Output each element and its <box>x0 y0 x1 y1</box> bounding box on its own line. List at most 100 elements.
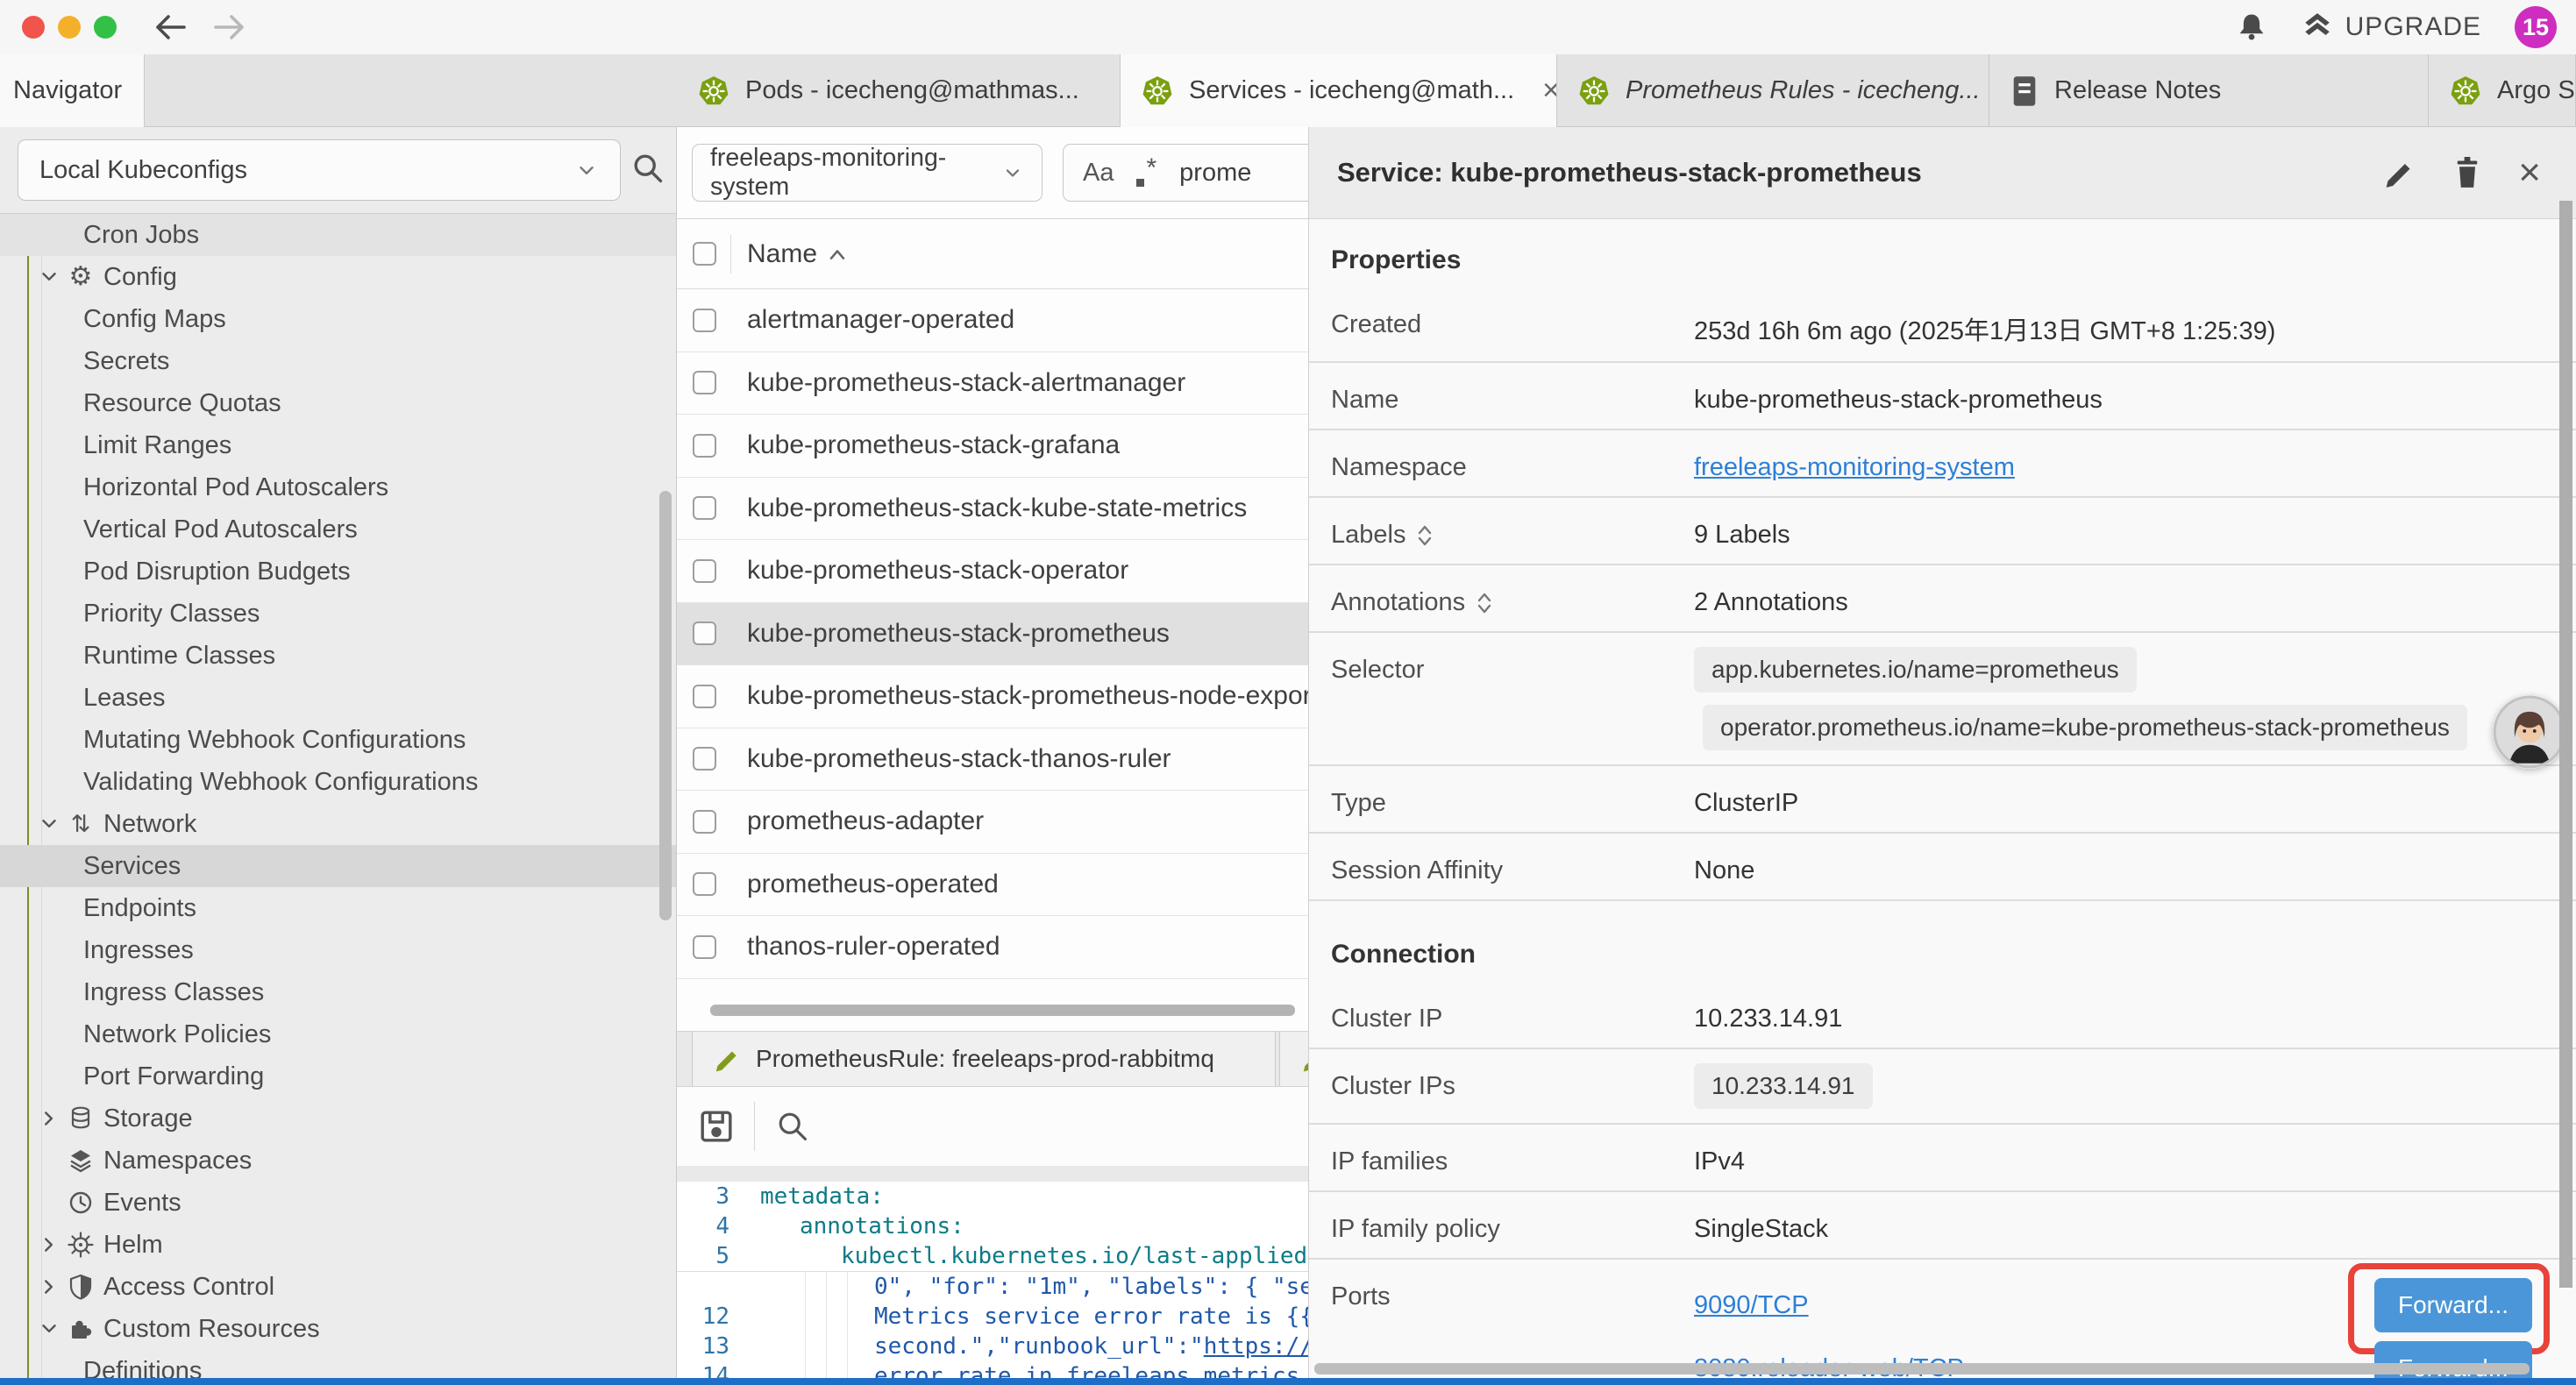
list-horizontal-scrollbar[interactable] <box>710 1005 1295 1016</box>
sidebar-item-vertical-pod-autoscalers[interactable]: Vertical Pod Autoscalers <box>0 508 676 550</box>
port-link[interactable]: 9090/TCP <box>1694 1291 2374 1320</box>
chevron-right-icon[interactable] <box>37 1275 61 1299</box>
row-checkbox[interactable] <box>693 371 716 394</box>
table-row[interactable]: prometheus-operated <box>677 854 1308 917</box>
sidebar-item-limit-ranges[interactable]: Limit Ranges <box>0 424 676 466</box>
sidebar-item-custom-resources[interactable]: Custom Resources <box>0 1308 676 1350</box>
chevron-down-icon[interactable] <box>37 1317 61 1341</box>
assistant-avatar[interactable] <box>2493 695 2566 769</box>
table-row[interactable]: kube-prometheus-stack-operator <box>677 540 1308 603</box>
editor-search-icon[interactable] <box>774 1108 811 1145</box>
sidebar-item-horizontal-pod-autoscalers[interactable]: Horizontal Pod Autoscalers <box>0 466 676 508</box>
forward-arrow-icon[interactable] <box>210 11 249 43</box>
namespace-select[interactable]: freeleaps-monitoring-system <box>692 144 1042 202</box>
expand-collapse-icon[interactable] <box>1476 590 1493 616</box>
sidebar-item-access-control[interactable]: Access Control <box>0 1266 676 1308</box>
table-header: Name <box>677 219 1308 289</box>
back-arrow-icon[interactable] <box>151 11 189 43</box>
table-row[interactable]: kube-prometheus-stack-grafana <box>677 415 1308 478</box>
sidebar-item-network-policies[interactable]: Network Policies <box>0 1013 676 1055</box>
chevron-down-icon[interactable] <box>37 812 61 836</box>
delete-trash-icon[interactable] <box>2451 154 2483 191</box>
tab-navigator[interactable]: Navigator <box>0 54 145 127</box>
tab-prometheus-rules-icecheng[interactable]: Prometheus Rules - icecheng... <box>1557 54 1989 127</box>
sidebar-item-config-maps[interactable]: Config Maps <box>0 298 676 340</box>
sidebar-item-events[interactable]: Events <box>0 1182 676 1224</box>
row-checkbox[interactable] <box>693 935 716 959</box>
sidebar-item-validating-webhook-configurations[interactable]: Validating Webhook Configurations <box>0 761 676 803</box>
row-checkbox[interactable] <box>693 685 716 708</box>
row-checkbox[interactable] <box>693 810 716 834</box>
row-checkbox[interactable] <box>693 434 716 458</box>
sidebar-scrollbar[interactable] <box>659 491 672 920</box>
table-row[interactable]: kube-prometheus-stack-prometheus-node-ex… <box>677 665 1308 728</box>
notifications-bell-icon[interactable] <box>2235 10 2268 45</box>
sidebar-item-services[interactable]: Services <box>0 845 676 887</box>
editor-tab[interactable] <box>1279 1032 1308 1086</box>
resource-list-pane: freeleaps-monitoring-system Aa * prome N… <box>677 127 1308 1378</box>
save-icon[interactable] <box>696 1106 737 1147</box>
close-window-button[interactable] <box>22 16 45 39</box>
sidebar-item-network[interactable]: ⇅Network <box>0 803 676 845</box>
filter-input[interactable]: Aa * prome <box>1063 144 1308 202</box>
sidebar-item-port-forwarding[interactable]: Port Forwarding <box>0 1055 676 1097</box>
tab-pods-icecheng-mathmas[interactable]: Pods - icecheng@mathmas... <box>677 54 1121 127</box>
sidebar-search-icon[interactable] <box>630 150 666 187</box>
sidebar-item-storage[interactable]: Storage <box>0 1097 676 1140</box>
sidebar-item-endpoints[interactable]: Endpoints <box>0 887 676 929</box>
match-case-icon[interactable]: Aa <box>1083 159 1114 188</box>
table-row[interactable]: kube-prometheus-stack-alertmanager <box>677 352 1308 416</box>
sidebar-item-resource-quotas[interactable]: Resource Quotas <box>0 382 676 424</box>
row-checkbox[interactable] <box>693 621 716 645</box>
sidebar-item-leases[interactable]: Leases <box>0 677 676 719</box>
row-checkbox[interactable] <box>693 559 716 583</box>
table-row[interactable]: alertmanager-operated <box>677 289 1308 352</box>
row-checkbox[interactable] <box>693 747 716 771</box>
notification-count-badge[interactable]: 15 <box>2515 6 2557 48</box>
regex-icon[interactable]: * <box>1136 160 1156 187</box>
panel-horizontal-scrollbar[interactable] <box>1314 1363 2530 1374</box>
sidebar-item-priority-classes[interactable]: Priority Classes <box>0 593 676 635</box>
forward-button[interactable]: Forward... <box>2374 1278 2532 1332</box>
table-row[interactable]: kube-prometheus-stack-prometheus <box>677 603 1308 666</box>
edit-pencil-icon[interactable] <box>2381 155 2416 190</box>
tab-release-notes[interactable]: Release Notes <box>1989 54 2429 127</box>
tab-argo-se[interactable]: Argo Se <box>2429 54 2576 127</box>
table-row[interactable]: kube-prometheus-stack-kube-state-metrics <box>677 478 1308 541</box>
chevron-down-icon[interactable] <box>37 265 61 289</box>
sidebar-item-ingresses[interactable]: Ingresses <box>0 929 676 971</box>
upgrade-button[interactable]: UPGRADE <box>2302 10 2481 45</box>
sidebar-item-secrets[interactable]: Secrets <box>0 340 676 382</box>
sidebar-item-cron-jobs[interactable]: Cron Jobs <box>0 214 676 256</box>
select-all-checkbox[interactable] <box>693 242 716 266</box>
property-label: Created <box>1331 310 1421 339</box>
namespace-link[interactable]: freeleaps-monitoring-system <box>1694 444 2015 482</box>
row-checkbox[interactable] <box>693 496 716 520</box>
tab-services-icecheng-math[interactable]: Services - icecheng@math...× <box>1121 54 1557 127</box>
expand-collapse-icon[interactable] <box>1416 522 1434 549</box>
row-checkbox[interactable] <box>693 872 716 896</box>
row-checkbox[interactable] <box>693 309 716 332</box>
sidebar-item-helm[interactable]: Helm <box>0 1224 676 1266</box>
sidebar-item-mutating-webhook-configurations[interactable]: Mutating Webhook Configurations <box>0 719 676 761</box>
sidebar-item-config[interactable]: ⚙Config <box>0 256 676 298</box>
close-tab-icon[interactable]: × <box>1542 74 1557 108</box>
minimize-window-button[interactable] <box>58 16 81 39</box>
table-row[interactable]: kube-prometheus-stack-thanos-ruler <box>677 728 1308 792</box>
sidebar-item-namespaces[interactable]: Namespaces <box>0 1140 676 1182</box>
sidebar-item-definitions[interactable]: Definitions <box>0 1350 676 1378</box>
name-column-header[interactable]: Name <box>747 239 847 269</box>
sidebar-item-runtime-classes[interactable]: Runtime Classes <box>0 635 676 677</box>
table-row[interactable]: prometheus-adapter <box>677 791 1308 854</box>
table-row[interactable]: thanos-ruler-operated <box>677 916 1308 979</box>
close-panel-icon[interactable]: × <box>2518 160 2541 186</box>
kubeconfig-select[interactable]: Local Kubeconfigs <box>18 139 621 201</box>
panel-vertical-scrollbar[interactable] <box>2559 201 2572 1288</box>
sidebar-item-ingress-classes[interactable]: Ingress Classes <box>0 971 676 1013</box>
chevron-right-icon[interactable] <box>37 1106 61 1131</box>
chevron-right-icon[interactable] <box>37 1232 61 1257</box>
yaml-editor[interactable]: 3metadata:4annotations:5kubectl.kubernet… <box>677 1182 1308 1378</box>
editor-tab[interactable]: PrometheusRule: freeleaps-prod-rabbitmq <box>692 1032 1276 1086</box>
maximize-window-button[interactable] <box>94 16 117 39</box>
sidebar-item-pod-disruption-budgets[interactable]: Pod Disruption Budgets <box>0 550 676 593</box>
